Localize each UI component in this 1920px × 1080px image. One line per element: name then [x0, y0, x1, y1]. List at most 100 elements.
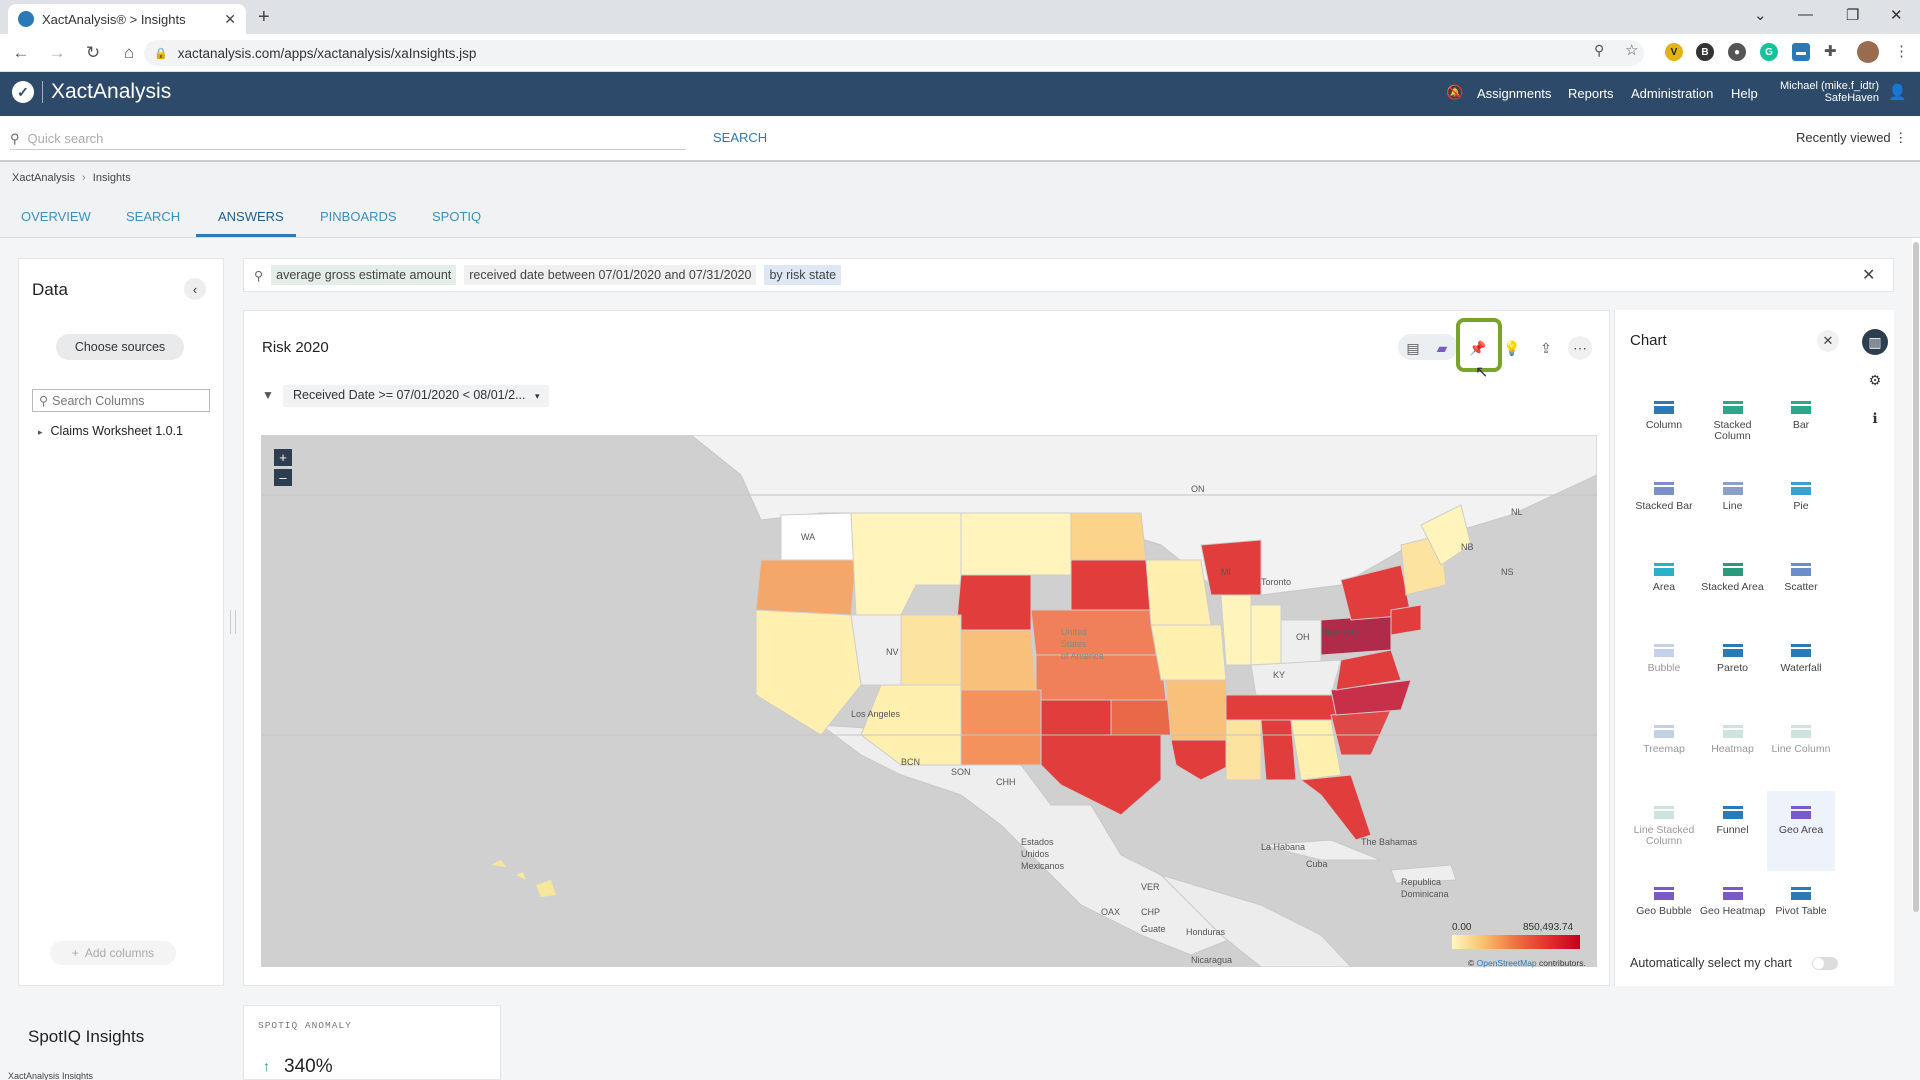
chart-type-bar[interactable]: Bar: [1767, 386, 1835, 466]
search-button[interactable]: SEARCH: [713, 130, 767, 145]
browser-tab-strip: [0, 0, 1920, 34]
breadcrumb-root[interactable]: XactAnalysis: [12, 172, 75, 184]
place-label: NS: [1501, 567, 1514, 577]
osm-link[interactable]: OpenStreetMap: [1477, 958, 1537, 968]
chart-type-geo-area[interactable]: Geo Area: [1767, 791, 1835, 871]
spotiq-card[interactable]: [243, 1005, 501, 1080]
chart-type-line-column[interactable]: Line Column: [1767, 710, 1835, 790]
chart-type-column[interactable]: Column: [1630, 386, 1698, 466]
notifications-off-icon[interactable]: 🔕: [1446, 84, 1463, 101]
chart-type-stacked-area[interactable]: Stacked Area: [1699, 548, 1767, 628]
geo-area-map[interactable]: Los Angeles Toronto New York Estados Uni…: [261, 435, 1597, 967]
extension-v-icon[interactable]: V: [1665, 43, 1683, 61]
chart-type-area[interactable]: Area: [1630, 548, 1698, 628]
chart-type-geo-bubble[interactable]: Geo Bubble: [1630, 872, 1698, 952]
add-columns-button[interactable]: + Add columns: [50, 941, 176, 965]
profile-avatar[interactable]: [1857, 41, 1879, 63]
chart-type-stacked-bar[interactable]: Stacked Bar: [1630, 467, 1698, 547]
choose-sources-button[interactable]: Choose sources: [56, 334, 184, 360]
chart-type-label: Scatter: [1784, 581, 1818, 593]
chart-type-waterfall[interactable]: Waterfall: [1767, 629, 1835, 709]
filter-chip[interactable]: Received Date >= 07/01/2020 < 08/01/2...…: [283, 385, 550, 407]
chart-type-pie[interactable]: Pie: [1767, 467, 1835, 547]
chart-type-line-stacked-column[interactable]: Line Stacked Column: [1630, 791, 1698, 871]
bookmark-star-icon[interactable]: ☆: [1625, 41, 1638, 59]
spotiq-bulb-icon[interactable]: 💡: [1500, 336, 1524, 360]
forward-icon[interactable]: →: [42, 43, 72, 63]
chart-type-label: Stacked Bar: [1635, 500, 1693, 512]
map-view-icon[interactable]: ▰: [1430, 336, 1454, 360]
settings-gear-icon[interactable]: ⚙: [1862, 367, 1888, 393]
browser-menu-icon[interactable]: ⋮: [1894, 42, 1909, 60]
tab-search[interactable]: SEARCH: [126, 209, 180, 224]
new-tab-icon[interactable]: +: [258, 6, 270, 28]
chart-type-geo-heatmap[interactable]: Geo Heatmap: [1699, 872, 1767, 952]
back-icon[interactable]: ←: [6, 43, 36, 63]
query-token[interactable]: received date between 07/01/2020 and 07/…: [464, 265, 757, 285]
chart-type-bubble[interactable]: Bubble: [1630, 629, 1698, 709]
extensions-puzzle-icon[interactable]: ✚: [1824, 42, 1837, 60]
grammarly-icon[interactable]: G: [1760, 43, 1778, 61]
query-token[interactable]: by risk state: [764, 265, 842, 285]
nav-reports[interactable]: Reports: [1568, 86, 1614, 101]
chart-type-funnel[interactable]: Funnel: [1699, 791, 1767, 871]
scrollbar-thumb[interactable]: [1913, 242, 1919, 912]
chart-config-icon[interactable]: ▥: [1862, 329, 1888, 355]
zoom-out-button[interactable]: –: [274, 469, 292, 486]
browser-tab[interactable]: XactAnalysis® > Insights ✕: [8, 4, 246, 34]
close-tab-icon[interactable]: ✕: [224, 11, 236, 28]
close-window-icon[interactable]: ✕: [1890, 6, 1903, 24]
chart-type-label: Line Stacked Column: [1633, 824, 1695, 847]
share-icon[interactable]: ⇪: [1534, 336, 1558, 360]
zoom-icon[interactable]: ⚲: [1594, 42, 1604, 59]
chart-type-heatmap[interactable]: Heatmap: [1699, 710, 1767, 790]
place-label: ON: [1191, 484, 1205, 494]
app-logo[interactable]: ✓ XactAnalysis: [12, 80, 171, 104]
panel-resize-handle[interactable]: [230, 610, 236, 634]
auto-select-toggle[interactable]: [1812, 957, 1838, 970]
tab-overview[interactable]: OVERVIEW: [21, 209, 91, 224]
info-icon[interactable]: ℹ: [1862, 405, 1888, 431]
extension-circle-icon[interactable]: ●: [1728, 43, 1746, 61]
restore-icon[interactable]: ❐: [1846, 6, 1859, 24]
chart-type-label: Pie: [1793, 500, 1809, 512]
user-icon[interactable]: 👤: [1888, 83, 1907, 101]
nav-help[interactable]: Help: [1731, 86, 1758, 101]
search-query-bar[interactable]: ⚲ average gross estimate amount received…: [243, 258, 1894, 292]
extension-b-icon[interactable]: B: [1696, 43, 1714, 61]
minimize-icon[interactable]: —: [1798, 6, 1813, 23]
address-bar[interactable]: 🔒 xactanalysis.com/apps/xactanalysis/xaI…: [144, 40, 1644, 66]
place-label: OAX: [1101, 907, 1120, 917]
search-columns-input[interactable]: ⚲ Search Columns: [32, 389, 210, 412]
nav-administration[interactable]: Administration: [1631, 86, 1713, 101]
reload-icon[interactable]: ↻: [78, 43, 108, 63]
chart-type-scatter[interactable]: Scatter: [1767, 548, 1835, 628]
tab-pinboards[interactable]: PINBOARDS: [320, 209, 397, 224]
source-tree-item[interactable]: ▸ Claims Worksheet 1.0.1: [38, 424, 183, 438]
more-options-icon[interactable]: ⋯: [1568, 336, 1592, 360]
expand-caret-icon[interactable]: ▸: [38, 427, 43, 437]
close-chart-panel-button[interactable]: ✕: [1817, 330, 1839, 352]
home-icon[interactable]: ⌂: [114, 43, 144, 63]
query-token[interactable]: average gross estimate amount: [271, 265, 457, 285]
recently-viewed-menu[interactable]: Recently viewed ⋮: [1796, 130, 1907, 146]
answer-title[interactable]: Risk 2020: [262, 339, 329, 356]
quick-search-input[interactable]: ⚲ Quick search: [10, 128, 686, 150]
tab-search-icon[interactable]: ⌄: [1754, 6, 1767, 24]
zoom-in-button[interactable]: +: [274, 449, 292, 466]
chart-type-label: Stacked Column: [1713, 419, 1752, 442]
clear-query-icon[interactable]: ✕: [1862, 265, 1875, 285]
chart-type-pareto[interactable]: Pareto: [1699, 629, 1767, 709]
tab-answers[interactable]: ANSWERS: [218, 209, 284, 224]
user-menu[interactable]: Michael (mike.f_idtr) SafeHaven: [1780, 80, 1879, 104]
chart-type-treemap[interactable]: Treemap: [1630, 710, 1698, 790]
nav-assignments[interactable]: Assignments: [1477, 86, 1551, 101]
tab-spotiq[interactable]: SPOTIQ: [432, 209, 481, 224]
chart-type-pivot-table[interactable]: Pivot Table: [1767, 872, 1835, 952]
table-view-icon[interactable]: ▤: [1401, 336, 1425, 360]
chart-type-stacked-column[interactable]: Stacked Column: [1699, 386, 1767, 466]
collapse-panel-button[interactable]: ‹: [184, 278, 206, 300]
page-scrollbar[interactable]: [1912, 238, 1920, 912]
chart-type-line[interactable]: Line: [1699, 467, 1767, 547]
extension-chat-icon[interactable]: ▬: [1792, 43, 1810, 61]
